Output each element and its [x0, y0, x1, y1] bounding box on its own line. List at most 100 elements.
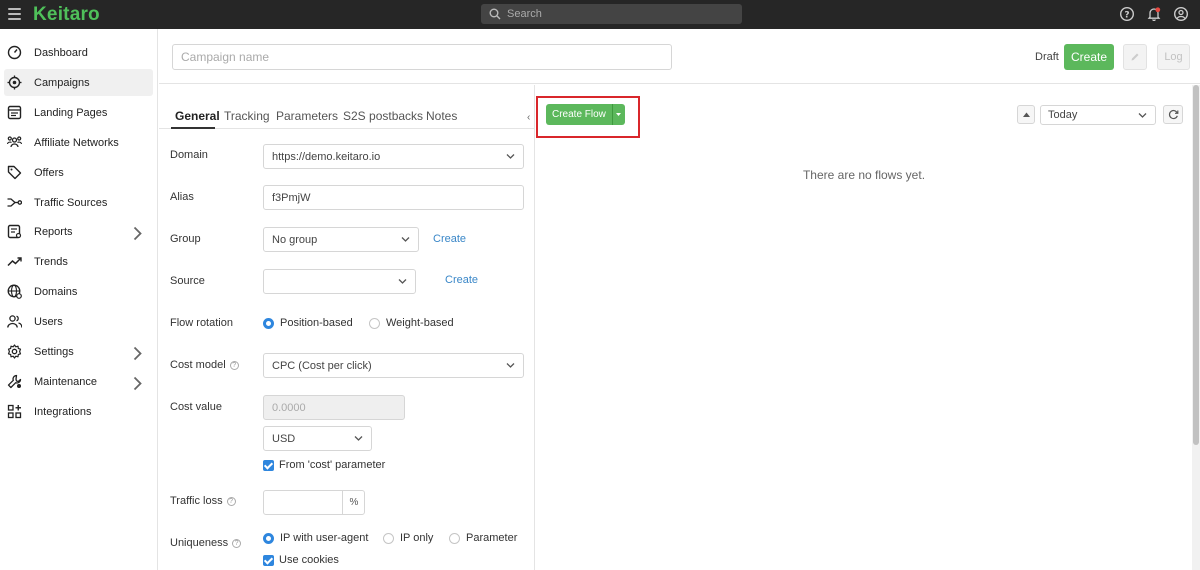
date-range-select[interactable]: Today [1040, 105, 1156, 125]
sidebar-item-maintenance[interactable]: Maintenance [4, 368, 153, 395]
checkbox-label: Use cookies [279, 554, 339, 566]
create-campaign-button[interactable]: Create [1064, 44, 1114, 70]
sidebar-item-users[interactable]: Users [4, 308, 153, 335]
sidebar-item-affiliate-networks[interactable]: Affiliate Networks [4, 129, 153, 156]
radio-ip-user-agent[interactable]: IP with user-agent [263, 532, 368, 544]
currency-select[interactable]: USD [263, 426, 372, 451]
notifications-icon[interactable] [1146, 6, 1162, 22]
sort-up-button[interactable] [1017, 105, 1035, 124]
help-icon[interactable]: ? [229, 360, 239, 370]
sidebar-item-reports[interactable]: Reports [4, 218, 153, 245]
cost-model-label-text: Cost model [170, 359, 226, 371]
chevron-right-icon [133, 346, 142, 361]
refresh-icon [1168, 109, 1178, 120]
collapse-panel-icon[interactable]: ‹ [527, 112, 530, 123]
tab-notes[interactable]: Notes [426, 109, 457, 123]
radio-position-based[interactable]: Position-based [263, 317, 353, 329]
log-button[interactable]: Log [1157, 44, 1190, 70]
tab-s2s-postbacks[interactable]: S2S postbacks [343, 109, 423, 123]
use-cookies-checkbox[interactable]: Use cookies [263, 554, 339, 566]
edit-button[interactable] [1123, 44, 1147, 70]
sidebar-item-label: Dashboard [34, 46, 88, 59]
sidebar: Dashboard Campaigns Landing Pages Affili… [0, 29, 158, 570]
date-range-value: Today [1048, 109, 1078, 121]
campaign-settings-panel: General Tracking Parameters S2S postback… [159, 85, 535, 570]
tab-parameters[interactable]: Parameters [276, 109, 338, 123]
sidebar-item-label: Affiliate Networks [34, 136, 119, 149]
user-account-icon[interactable] [1173, 6, 1189, 22]
radio-ip-only[interactable]: IP only [383, 532, 433, 544]
chevron-right-icon [133, 376, 142, 391]
sidebar-item-landing-pages[interactable]: Landing Pages [4, 99, 153, 126]
cost-model-select[interactable]: CPC (Cost per click) [263, 353, 524, 378]
from-cost-parameter-checkbox[interactable]: From 'cost' parameter [263, 459, 385, 471]
chevron-down-icon [506, 363, 515, 368]
cost-value-input: 0.0000 [263, 395, 405, 420]
gear-icon [7, 344, 22, 359]
chevron-down-icon [506, 154, 515, 159]
tag-icon [7, 165, 22, 180]
radio-parameter[interactable]: Parameter [449, 532, 517, 544]
chevron-down-icon [1138, 113, 1147, 118]
sidebar-item-dashboard[interactable]: Dashboard [4, 39, 153, 66]
scrollbar[interactable] [1192, 85, 1200, 570]
radio-label: IP with user-agent [280, 532, 369, 544]
wrench-icon [7, 374, 22, 389]
domain-select[interactable]: https://demo.keitaro.io [263, 144, 524, 169]
sidebar-item-label: Maintenance [34, 375, 97, 388]
campaign-header: Draft Create Log [159, 29, 1200, 84]
create-group-link[interactable]: Create [433, 233, 466, 245]
chevron-down-icon [354, 436, 363, 441]
search-box[interactable] [481, 4, 742, 24]
traffic-loss-input[interactable]: % [263, 490, 365, 515]
sidebar-item-label: Landing Pages [34, 106, 108, 119]
network-users-icon [7, 136, 22, 148]
sidebar-item-label: Traffic Sources [34, 196, 108, 209]
chevron-right-icon [133, 226, 142, 241]
tab-tracking[interactable]: Tracking [224, 109, 270, 123]
sidebar-item-label: Offers [34, 166, 64, 179]
sidebar-item-label: Campaigns [34, 76, 90, 89]
create-source-link[interactable]: Create [445, 274, 478, 286]
users-icon [7, 315, 22, 328]
flows-panel [536, 85, 1200, 570]
alias-input[interactable]: f3PmjW [263, 185, 524, 210]
source-select[interactable] [263, 269, 416, 294]
help-icon[interactable]: ? [1119, 6, 1135, 22]
campaign-name-input[interactable] [172, 44, 672, 70]
flow-rotation-label: Flow rotation [170, 317, 233, 329]
create-flow-button[interactable]: Create Flow [546, 104, 612, 125]
sidebar-item-label: Reports [34, 225, 73, 238]
radio-label: Parameter [466, 532, 518, 544]
sidebar-item-traffic-sources[interactable]: Traffic Sources [4, 189, 153, 216]
search-input[interactable] [507, 8, 727, 20]
sidebar-item-settings[interactable]: Settings [4, 338, 153, 365]
scrollbar-thumb[interactable] [1193, 85, 1199, 445]
sidebar-item-domains[interactable]: Domains [4, 278, 153, 305]
uniqueness-label-text: Uniqueness [170, 537, 229, 549]
uniqueness-label: Uniqueness ? [170, 537, 242, 549]
source-label: Source [170, 275, 205, 287]
tab-general[interactable]: General [175, 109, 220, 123]
group-value: No group [272, 233, 318, 246]
cost-value-placeholder: 0.0000 [272, 401, 306, 414]
sidebar-item-integrations[interactable]: Integrations [4, 398, 153, 425]
group-select[interactable]: No group [263, 227, 419, 252]
pencil-icon [1131, 53, 1139, 61]
sidebar-item-offers[interactable]: Offers [4, 159, 153, 186]
refresh-button[interactable] [1163, 105, 1183, 124]
sidebar-item-campaigns[interactable]: Campaigns [4, 69, 153, 96]
help-icon[interactable]: ? [226, 496, 236, 506]
help-icon[interactable]: ? [232, 538, 242, 548]
menu-icon[interactable] [8, 8, 21, 20]
radio-weight-based[interactable]: Weight-based [369, 317, 454, 329]
sidebar-item-trends[interactable]: Trends [4, 248, 153, 275]
sidebar-item-label: Integrations [34, 405, 92, 418]
app-logo[interactable]: Keitaro [33, 4, 100, 26]
top-bar: Keitaro ? [0, 0, 1200, 29]
caret-down-icon [616, 112, 622, 116]
traffic-route-icon [7, 198, 22, 207]
report-icon [7, 224, 22, 239]
create-flow-dropdown-toggle[interactable] [611, 104, 625, 125]
landing-page-icon [7, 105, 22, 120]
